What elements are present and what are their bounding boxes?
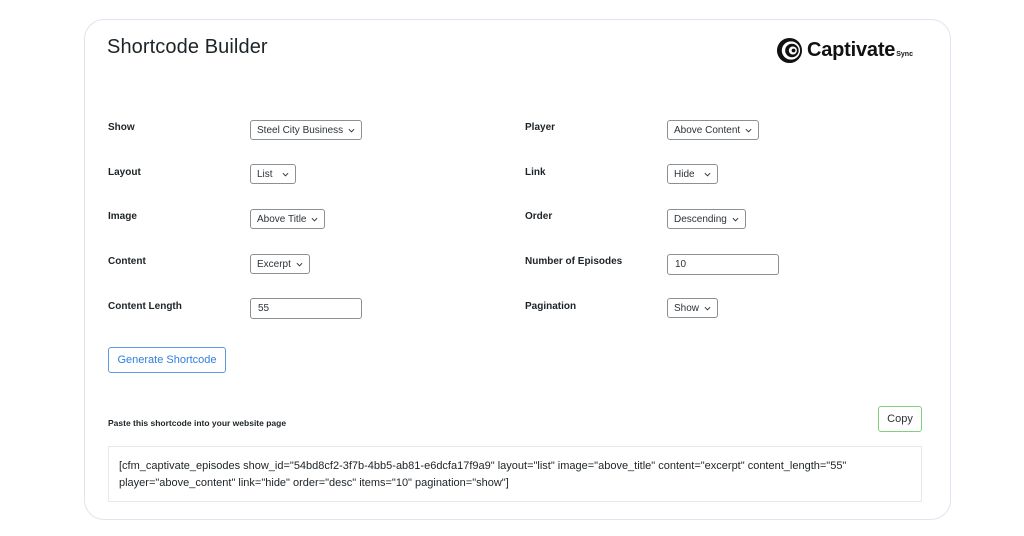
chevron-down-icon bbox=[282, 172, 289, 176]
generate-shortcode-button[interactable]: Generate Shortcode bbox=[108, 347, 226, 373]
logo-sub: Sync bbox=[896, 51, 913, 58]
order-label: Order bbox=[525, 211, 553, 222]
link-select-value: Hide bbox=[674, 168, 695, 180]
chevron-down-icon bbox=[296, 262, 303, 266]
link-label: Link bbox=[525, 167, 546, 178]
shortcode-line-1: [cfm_captivate_episodes show_id="54bd8cf… bbox=[119, 460, 847, 472]
pagination-select[interactable]: Show bbox=[667, 298, 719, 318]
pagination-select-value: Show bbox=[674, 302, 700, 314]
player-select-value: Above Content bbox=[674, 124, 741, 136]
show-select-value: Steel City Business bbox=[257, 124, 344, 136]
logo-wordmark: Captivate bbox=[807, 39, 896, 61]
player-select[interactable]: Above Content bbox=[667, 120, 760, 140]
layout-select-value: List bbox=[257, 168, 273, 180]
show-select[interactable]: Steel City Business bbox=[250, 120, 363, 140]
content-label: Content bbox=[108, 256, 146, 267]
chevron-down-icon bbox=[348, 128, 355, 132]
paste-instruction-label: Paste this shortcode into your website p… bbox=[108, 418, 287, 428]
number-of-episodes-input[interactable]: 10 bbox=[667, 254, 779, 275]
content-select-value: Excerpt bbox=[257, 258, 291, 270]
player-label: Player bbox=[525, 122, 556, 133]
captivate-logo: Captivate Sync bbox=[776, 37, 913, 64]
order-select[interactable]: Descending bbox=[667, 209, 746, 229]
captivate-logo-icon bbox=[776, 37, 803, 64]
shortcode-line-2: player="above_content" link="hide" order… bbox=[119, 477, 509, 489]
number-of-episodes-label: Number of Episodes bbox=[525, 256, 623, 267]
chevron-down-icon bbox=[312, 217, 318, 221]
image-select-value: Above Title bbox=[257, 213, 307, 225]
image-select[interactable]: Above Title bbox=[250, 209, 326, 229]
layout-label: Layout bbox=[108, 167, 141, 178]
content-select[interactable]: Excerpt bbox=[250, 254, 310, 274]
chevron-down-icon bbox=[745, 128, 752, 132]
chevron-down-icon bbox=[704, 172, 711, 176]
page-title: Shortcode Builder bbox=[107, 36, 268, 58]
show-label: Show bbox=[108, 122, 135, 133]
link-select[interactable]: Hide bbox=[667, 164, 718, 184]
pagination-label: Pagination bbox=[525, 301, 577, 312]
content-length-label: Content Length bbox=[108, 301, 182, 312]
chevron-down-icon bbox=[704, 306, 711, 310]
shortcode-output[interactable]: [cfm_captivate_episodes show_id="54bd8cf… bbox=[108, 446, 922, 502]
shortcode-builder-card bbox=[84, 19, 951, 520]
content-length-input[interactable]: 55 bbox=[250, 298, 362, 319]
chevron-down-icon bbox=[732, 217, 739, 221]
copy-button[interactable]: Copy bbox=[878, 406, 922, 432]
order-select-value: Descending bbox=[674, 213, 727, 225]
layout-select[interactable]: List bbox=[250, 164, 296, 184]
image-label: Image bbox=[108, 211, 137, 222]
